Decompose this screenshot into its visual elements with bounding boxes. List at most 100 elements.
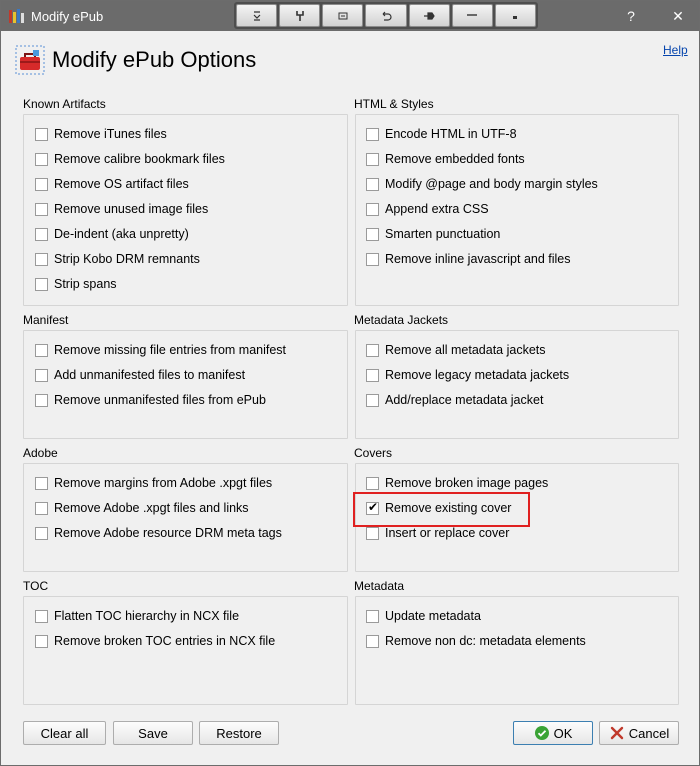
- option-label: Remove non dc: metadata elements: [385, 634, 586, 648]
- option-strip-kobo-drm-remnants[interactable]: Strip Kobo DRM remnants: [35, 250, 200, 268]
- option-remove-embedded-fonts[interactable]: Remove embedded fonts: [366, 150, 525, 168]
- checkbox[interactable]: [366, 343, 379, 357]
- option-label: Remove existing cover: [385, 501, 512, 515]
- group-label-html-styles: HTML & Styles: [354, 97, 434, 111]
- close-window-button[interactable]: ✕: [661, 1, 695, 31]
- option-label: Insert or replace cover: [385, 526, 510, 540]
- option-label: Remove Adobe .xpgt files and links: [54, 501, 249, 515]
- option-encode-html-utf8[interactable]: Encode HTML in UTF-8: [366, 125, 517, 143]
- toolbox-icon: [15, 45, 45, 75]
- option-remove-adobe-drm-meta[interactable]: Remove Adobe resource DRM meta tags: [35, 524, 282, 542]
- option-flatten-toc[interactable]: Flatten TOC hierarchy in NCX file: [35, 607, 239, 625]
- option-label: De-indent (aka unpretty): [54, 227, 189, 241]
- option-label: Remove broken TOC entries in NCX file: [54, 634, 276, 648]
- option-remove-os-artifact-files[interactable]: Remove OS artifact files: [35, 175, 189, 193]
- checkbox[interactable]: [35, 227, 48, 241]
- option-remove-legacy-jackets[interactable]: Remove legacy metadata jackets: [366, 366, 569, 384]
- group-label-metadata-jackets: Metadata Jackets: [354, 313, 449, 327]
- option-label: Strip Kobo DRM remnants: [54, 252, 200, 266]
- checkbox[interactable]: [35, 368, 48, 382]
- undo-button[interactable]: [365, 4, 407, 27]
- checkbox[interactable]: [35, 393, 48, 407]
- dot-button[interactable]: [494, 4, 536, 27]
- option-insert-replace-cover[interactable]: Insert or replace cover: [366, 524, 509, 542]
- option-remove-xpgt-margins[interactable]: Remove margins from Adobe .xpgt files: [35, 474, 272, 492]
- option-remove-calibre-bookmark-files[interactable]: Remove calibre bookmark files: [35, 150, 225, 168]
- group-label-manifest: Manifest: [23, 313, 69, 327]
- checkbox[interactable]: [366, 227, 379, 241]
- checkbox[interactable]: [35, 127, 48, 141]
- checkbox[interactable]: [35, 152, 48, 166]
- option-remove-itunes-files[interactable]: Remove iTunes files: [35, 125, 167, 143]
- checkbox[interactable]: [35, 343, 48, 357]
- checkbox[interactable]: [366, 127, 379, 141]
- option-add-replace-jacket[interactable]: Add/replace metadata jacket: [366, 391, 543, 409]
- clear-all-button[interactable]: Clear all: [23, 721, 106, 745]
- option-label: Encode HTML in UTF-8: [385, 127, 517, 141]
- checkbox[interactable]: [366, 202, 379, 216]
- option-label: Modify @page and body margin styles: [385, 177, 598, 191]
- option-label: Remove calibre bookmark files: [54, 152, 225, 166]
- checkbox[interactable]: [35, 526, 48, 540]
- ok-button[interactable]: OK: [513, 721, 593, 745]
- checkbox[interactable]: [366, 252, 379, 266]
- option-smarten-punctuation[interactable]: Smarten punctuation: [366, 225, 500, 243]
- option-remove-missing-manifest-entries[interactable]: Remove missing file entries from manifes…: [35, 341, 286, 359]
- undo-icon: [382, 11, 392, 21]
- checkbox[interactable]: [366, 152, 379, 166]
- checkbox[interactable]: [35, 476, 48, 490]
- save-label: Save: [138, 725, 168, 741]
- option-modify-page-margins[interactable]: Modify @page and body margin styles: [366, 175, 598, 193]
- checkbox[interactable]: [366, 177, 379, 191]
- minimize-line-icon: [467, 13, 478, 16]
- option-remove-inline-javascript[interactable]: Remove inline javascript and files: [366, 250, 571, 268]
- option-remove-non-dc-metadata[interactable]: Remove non dc: metadata elements: [366, 632, 586, 650]
- option-remove-xpgt-files[interactable]: Remove Adobe .xpgt files and links: [35, 499, 249, 517]
- checkbox[interactable]: [35, 177, 48, 191]
- checkbox[interactable]: [35, 252, 48, 266]
- collapse-button[interactable]: [236, 4, 278, 27]
- title-bar[interactable]: Modify ePub ? ✕: [1, 1, 699, 31]
- checkbox[interactable]: [366, 368, 379, 382]
- pin-button[interactable]: [408, 4, 450, 27]
- page-title: Modify ePub Options: [52, 47, 257, 72]
- option-remove-all-jackets[interactable]: Remove all metadata jackets: [366, 341, 546, 359]
- checkbox[interactable]: [366, 393, 379, 407]
- window-button[interactable]: [322, 4, 364, 27]
- checkbox[interactable]: [35, 501, 48, 515]
- option-remove-broken-toc[interactable]: Remove broken TOC entries in NCX file: [35, 632, 275, 650]
- option-update-metadata[interactable]: Update metadata: [366, 607, 481, 625]
- option-remove-broken-image-pages[interactable]: Remove broken image pages: [366, 474, 548, 492]
- checkbox[interactable]: [366, 476, 379, 490]
- checkbox[interactable]: [366, 609, 379, 623]
- option-remove-unused-image-files[interactable]: Remove unused image files: [35, 200, 208, 218]
- checkbox[interactable]: [366, 634, 379, 648]
- restore-button[interactable]: Restore: [199, 721, 279, 745]
- option-remove-unmanifested-files[interactable]: Remove unmanifested files from ePub: [35, 391, 266, 409]
- minimize-line-button[interactable]: [451, 4, 493, 27]
- help-window-button[interactable]: ?: [614, 1, 648, 31]
- option-label: Remove margins from Adobe .xpgt files: [54, 476, 273, 490]
- option-de-indent[interactable]: De-indent (aka unpretty): [35, 225, 189, 243]
- help-link[interactable]: Help: [663, 43, 688, 57]
- checkbox[interactable]: [35, 634, 48, 648]
- checkbox[interactable]: [35, 202, 48, 216]
- option-label: Remove unmanifested files from ePub: [54, 393, 266, 407]
- save-button[interactable]: Save: [113, 721, 193, 745]
- option-append-extra-css[interactable]: Append extra CSS: [366, 200, 489, 218]
- checkbox[interactable]: [35, 277, 48, 291]
- checkbox-checked[interactable]: [366, 500, 379, 515]
- group-label-adobe: Adobe: [23, 446, 58, 460]
- option-remove-existing-cover[interactable]: Remove existing cover: [366, 499, 511, 517]
- settings-button[interactable]: [279, 4, 321, 27]
- checkbox[interactable]: [366, 526, 379, 540]
- option-label: Remove all metadata jackets: [385, 343, 546, 357]
- option-strip-spans[interactable]: Strip spans: [35, 275, 117, 293]
- option-label: Remove inline javascript and files: [385, 252, 571, 266]
- checkbox[interactable]: [35, 609, 48, 623]
- cancel-button[interactable]: Cancel: [599, 721, 679, 745]
- option-add-unmanifested-files[interactable]: Add unmanifested files to manifest: [35, 366, 245, 384]
- window-toolbar: [234, 2, 538, 29]
- option-label: Flatten TOC hierarchy in NCX file: [54, 609, 240, 623]
- option-label: Smarten punctuation: [385, 227, 501, 241]
